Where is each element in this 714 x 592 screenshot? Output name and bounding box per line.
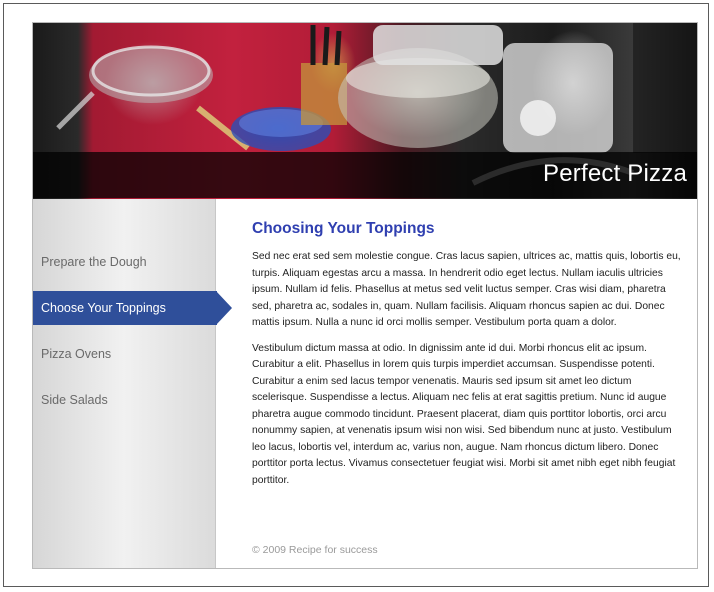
main-content: Choosing Your Toppings Sed nec erat sed … xyxy=(252,218,688,489)
sidebar-item-prepare-dough[interactable]: Prepare the Dough xyxy=(33,245,216,279)
sidebar-item-label: Pizza Ovens xyxy=(41,347,112,361)
footer-copyright: © 2009 Recipe for success xyxy=(252,544,378,556)
header-banner-image: Perfect Pizza xyxy=(33,23,697,199)
sidebar-item-label: Side Salads xyxy=(41,393,108,407)
sidebar-item-side-salads[interactable]: Side Salads xyxy=(33,383,216,417)
sidebar-item-choose-toppings[interactable]: Choose Your Toppings xyxy=(33,291,232,325)
sidebar-item-label: Prepare the Dough xyxy=(41,255,147,269)
sidebar-item-label: Choose Your Toppings xyxy=(41,301,166,315)
body-paragraph: Sed nec erat sed sem molestie congue. Cr… xyxy=(252,251,681,328)
active-arrow-icon xyxy=(216,291,232,325)
page-container: Perfect Pizza Prepare the Dough Choose Y… xyxy=(32,22,698,569)
site-title: Perfect Pizza xyxy=(543,160,687,187)
sidebar-nav: Prepare the Dough Choose Your Toppings P… xyxy=(33,199,232,568)
body-paragraph: Vestibulum dictum massa at odio. In dign… xyxy=(252,342,676,486)
page-heading: Choosing Your Toppings xyxy=(252,220,435,237)
sidebar-item-pizza-ovens[interactable]: Pizza Ovens xyxy=(33,337,216,371)
